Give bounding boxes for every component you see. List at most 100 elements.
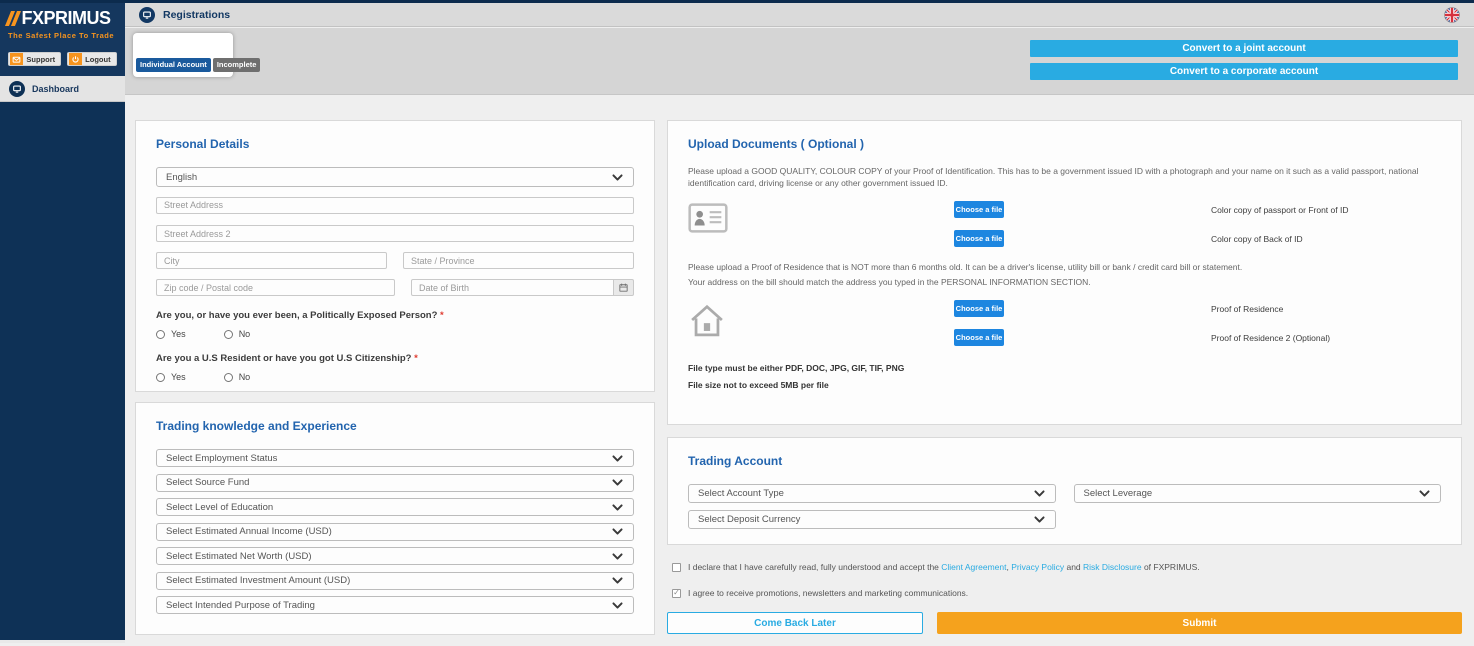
leverage-select[interactable]: Select Leverage [1074,484,1442,503]
header-bar: Registrations [125,3,1474,27]
account-card[interactable]: Individual AccountIncomplete [133,33,233,77]
marketing-consent-checkbox[interactable] [672,589,681,598]
city-input[interactable] [156,252,387,269]
upload-documents-panel: Upload Documents ( Optional ) Please upl… [667,120,1462,425]
account-type-badge: Individual Account [136,58,211,72]
come-back-later-button[interactable]: Come Back Later [667,612,923,634]
privacy-policy-link[interactable]: Privacy Policy [1011,562,1064,572]
residence-instructions-1: Please upload a Proof of Residence that … [688,261,1441,273]
choose-file-button-id-front[interactable]: Choose a file [954,201,1004,218]
net-worth-select[interactable]: Select Estimated Net Worth (USD) [156,547,634,565]
language-flag-uk-icon[interactable] [1444,7,1460,23]
id-front-label: Color copy of passport or Front of ID [1200,205,1441,215]
declaration-text: I declare that I have carefully read, fu… [688,562,1200,572]
pep-question: Are you, or have you ever been, a Politi… [156,310,634,321]
street-address-2-input[interactable] [156,225,634,242]
chevron-down-icon [611,574,624,587]
house-icon [688,300,758,358]
marketing-consent-row: I agree to receive promotions, newslette… [672,588,1452,598]
radio-icon [156,373,165,382]
annual-income-select[interactable]: Select Estimated Annual Income (USD) [156,523,634,541]
street-address-input[interactable] [156,197,634,214]
calendar-icon[interactable] [614,279,634,296]
declaration-checkbox[interactable] [672,563,681,572]
chevron-down-icon [1418,487,1431,500]
chevron-down-icon [1033,513,1046,526]
support-button[interactable]: Support [8,52,61,66]
zip-postal-input[interactable] [156,279,395,296]
convert-corporate-button[interactable]: Convert to a corporate account [1030,63,1458,80]
chevron-down-icon [611,599,624,612]
education-level-select[interactable]: Select Level of Education [156,498,634,516]
sidebar-actions: Support Logout [0,44,125,76]
top-border-line [0,0,1474,3]
logo[interactable]: FXPRIMUS The Safest Place To Trade [0,0,125,44]
brand-name: FXPRIMUS [22,8,111,29]
personal-details-panel: Personal Details English Are you, or hav… [135,120,655,392]
file-type-note: File type must be either PDF, DOC, JPG, … [688,362,1441,375]
brand-tagline: The Safest Place To Trade [8,31,117,40]
us-no-radio[interactable]: No [224,372,251,382]
client-agreement-link[interactable]: Client Agreement [941,562,1006,572]
residence-instructions-2: Your address on the bill should match th… [688,276,1441,288]
choose-file-button-residence[interactable]: Choose a file [954,300,1004,317]
pep-no-radio[interactable]: No [224,329,251,339]
sidebar-item-dashboard[interactable]: Dashboard [0,76,125,102]
choose-file-button-residence-2[interactable]: Choose a file [954,329,1004,346]
radio-icon [224,373,233,382]
logout-button[interactable]: Logout [67,52,116,66]
radio-icon [156,330,165,339]
trading-knowledge-panel: Trading knowledge and Experience Select … [135,402,655,635]
investment-amount-select[interactable]: Select Estimated Investment Amount (USD) [156,572,634,590]
employment-status-select[interactable]: Select Employment Status [156,449,634,467]
chevron-down-icon [611,452,624,465]
envelope-icon [10,53,23,65]
risk-disclosure-link[interactable]: Risk Disclosure [1083,562,1142,572]
convert-joint-button[interactable]: Convert to a joint account [1030,40,1458,57]
id-back-label: Color copy of Back of ID [1200,234,1441,244]
residence-2-label: Proof of Residence 2 (Optional) [1200,333,1441,343]
sidebar-item-label: Dashboard [32,84,79,94]
date-of-birth-input[interactable] [411,279,614,296]
us-citizenship-radio-group: Yes No [156,372,634,382]
account-band: Individual AccountIncomplete Convert to … [125,28,1474,95]
deposit-currency-select[interactable]: Select Deposit Currency [688,510,1056,529]
page-title: Registrations [163,9,230,21]
chevron-down-icon [611,550,624,563]
us-yes-radio[interactable]: Yes [156,372,186,382]
pep-radio-group: Yes No [156,329,634,339]
trading-account-panel: Trading Account Select Account Type Sele… [667,437,1462,545]
declaration-row: I declare that I have carefully read, fu… [672,562,1452,572]
required-asterisk: * [440,310,444,321]
chevron-down-icon [611,501,624,514]
logout-label: Logout [85,55,115,64]
id-upload-block: Choose a file Color copy of passport or … [688,201,1441,259]
trading-purpose-select[interactable]: Select Intended Purpose of Trading [156,596,634,614]
residence-upload-block: Choose a file Proof of Residence Choose … [688,300,1441,358]
state-province-input[interactable] [403,252,634,269]
residence-label: Proof of Residence [1200,304,1441,314]
marketing-consent-text: I agree to receive promotions, newslette… [688,588,968,598]
section-title: Trading knowledge and Experience [156,419,634,433]
choose-file-button-id-back[interactable]: Choose a file [954,230,1004,247]
chevron-down-icon [1033,487,1046,500]
power-icon [69,53,82,65]
id-upload-instructions: Please upload a GOOD QUALITY, COLOUR COP… [688,165,1441,189]
chevron-down-icon [611,525,624,538]
chevron-down-icon [611,171,624,184]
chevron-down-icon [611,476,624,489]
section-title: Trading Account [688,454,1441,468]
pep-yes-radio[interactable]: Yes [156,329,186,339]
required-asterisk: * [414,353,418,364]
support-label: Support [26,55,60,64]
account-type-select[interactable]: Select Account Type [688,484,1056,503]
sidebar-bottom-strip [0,640,125,643]
section-title: Personal Details [156,137,634,151]
submit-button[interactable]: Submit [937,612,1462,634]
source-fund-select[interactable]: Select Source Fund [156,474,634,492]
dashboard-icon [9,81,25,97]
radio-icon [224,330,233,339]
us-citizenship-question: Are you a U.S Resident or have you got U… [156,353,634,364]
language-select[interactable]: English [156,167,634,187]
file-size-note: File size not to exceed 5MB per file [688,379,1441,392]
